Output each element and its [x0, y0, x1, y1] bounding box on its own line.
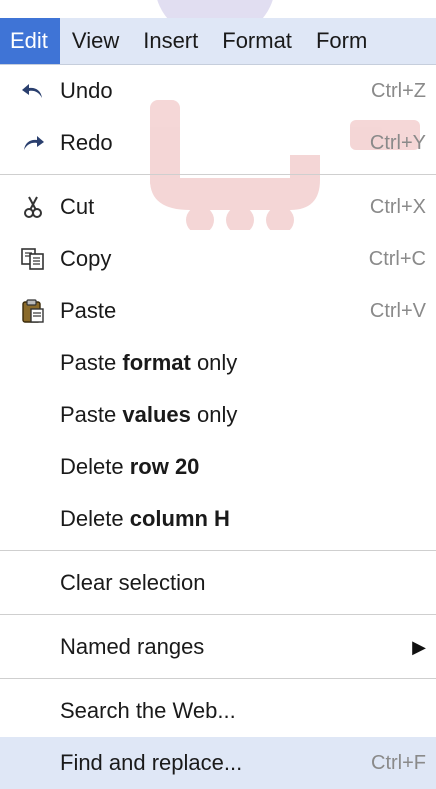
- menu-item-redo[interactable]: Redo Ctrl+Y: [0, 117, 436, 169]
- copy-shortcut: Ctrl+C: [368, 248, 426, 270]
- delete-row-label: Delete row 20: [60, 454, 200, 479]
- redo-label: Redo: [60, 130, 113, 155]
- named-ranges-label: Named ranges: [60, 634, 205, 659]
- redo-icon: [18, 117, 48, 169]
- menu-item-named-ranges[interactable]: Named ranges ▶: [0, 621, 436, 673]
- menu-separator: [0, 174, 436, 175]
- clipboard-icon: [18, 285, 48, 337]
- undo-shortcut: Ctrl+Z: [371, 80, 426, 102]
- scissors-icon: [18, 181, 48, 233]
- clear-selection-label: Clear selection: [60, 570, 206, 595]
- paste-shortcut: Ctrl+V: [369, 300, 426, 322]
- copy-icon: [18, 233, 48, 285]
- menu-item-cut[interactable]: Cut Ctrl+X: [0, 181, 436, 233]
- menu-item-clear-selection[interactable]: Clear selection: [0, 557, 436, 609]
- menu-item-search-web[interactable]: Search the Web...: [0, 685, 436, 737]
- submenu-arrow-icon: ▶: [412, 637, 426, 657]
- menu-bar: Edit View Insert Format Form: [0, 18, 436, 65]
- edit-dropdown-menu: Undo Ctrl+Z Redo Ctrl+Y Cut Ctrl+X Copy …: [0, 65, 436, 789]
- menu-insert[interactable]: Insert: [131, 18, 210, 64]
- menu-item-paste-values-only[interactable]: Paste values only: [0, 389, 436, 441]
- undo-label: Undo: [60, 78, 113, 103]
- menu-form[interactable]: Form: [304, 18, 379, 64]
- search-web-label: Search the Web...: [60, 698, 236, 723]
- menu-item-paste[interactable]: Paste Ctrl+V: [0, 285, 436, 337]
- menu-format[interactable]: Format: [210, 18, 304, 64]
- menu-item-delete-row[interactable]: Delete row 20: [0, 441, 436, 493]
- cut-label: Cut: [60, 194, 95, 219]
- menu-item-copy[interactable]: Copy Ctrl+C: [0, 233, 436, 285]
- redo-shortcut: Ctrl+Y: [369, 132, 426, 154]
- cut-shortcut: Ctrl+X: [369, 196, 426, 218]
- menu-item-paste-format-only[interactable]: Paste format only: [0, 337, 436, 389]
- paste-format-only-label: Paste format only: [60, 350, 238, 375]
- find-replace-label: Find and replace...: [60, 750, 243, 775]
- menu-separator: [0, 550, 436, 551]
- menu-item-delete-column[interactable]: Delete column H: [0, 493, 436, 545]
- copy-label: Copy: [60, 246, 112, 271]
- menu-view[interactable]: View: [60, 18, 131, 64]
- menu-item-undo[interactable]: Undo Ctrl+Z: [0, 65, 436, 117]
- menu-separator: [0, 614, 436, 615]
- undo-icon: [18, 65, 48, 117]
- menu-item-find-replace[interactable]: Find and replace... Ctrl+F: [0, 737, 436, 789]
- find-replace-shortcut: Ctrl+F: [371, 752, 426, 774]
- paste-label: Paste: [60, 298, 117, 323]
- menu-edit[interactable]: Edit: [0, 18, 60, 64]
- menu-separator: [0, 678, 436, 679]
- paste-values-only-label: Paste values only: [60, 402, 238, 427]
- delete-column-label: Delete column H: [60, 506, 230, 531]
